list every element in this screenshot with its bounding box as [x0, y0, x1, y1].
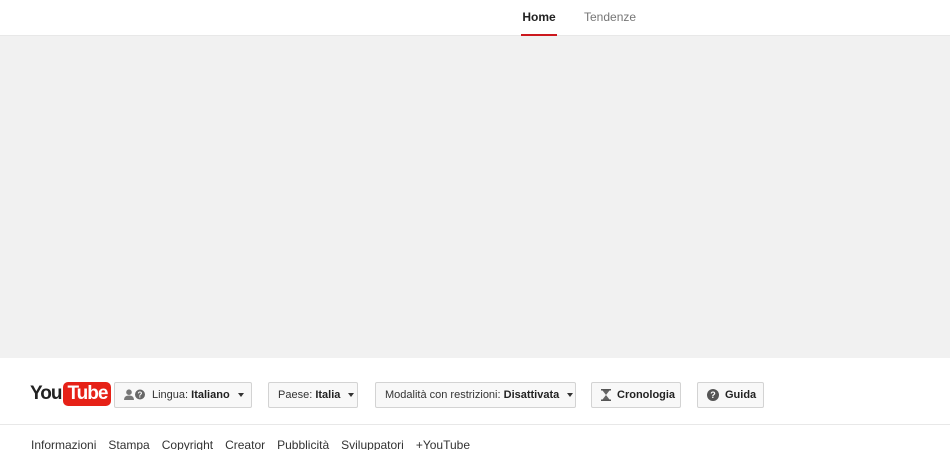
- country-value: Italia: [315, 389, 341, 401]
- footer-link-about[interactable]: Informazioni: [31, 438, 96, 450]
- chevron-down-icon: [567, 393, 574, 397]
- history-button[interactable]: Cronologia: [591, 382, 681, 408]
- help-label: Guida: [725, 389, 757, 401]
- footer-link-plus-youtube[interactable]: +YouTube: [416, 438, 470, 450]
- language-people-icon: ?: [124, 389, 146, 401]
- footer-link-advertise[interactable]: Pubblicità: [277, 438, 329, 450]
- footer-link-creators[interactable]: Creator: [225, 438, 265, 450]
- footer: You Tube ? Lingua: Italiano Paese: Itali…: [0, 358, 950, 450]
- hourglass-icon: [601, 389, 611, 401]
- top-tab-bar: Home Tendenze: [0, 0, 950, 37]
- logo-you-text: You: [30, 383, 62, 404]
- tab-home[interactable]: Home: [521, 0, 557, 37]
- main-content-area: [0, 36, 950, 358]
- restricted-mode-value: Disattivata: [503, 389, 560, 401]
- footer-link-copyright[interactable]: Copyright: [162, 438, 213, 450]
- language-label: Lingua:: [152, 389, 189, 401]
- tab-trending[interactable]: Tendenze: [584, 0, 636, 36]
- footer-link-developers[interactable]: Sviluppatori: [341, 438, 404, 450]
- chevron-down-icon: [348, 393, 355, 397]
- country-label: Paese:: [278, 389, 313, 401]
- history-label: Cronologia: [617, 389, 676, 401]
- language-value: Italiano: [191, 389, 230, 401]
- restricted-mode-button[interactable]: Modalità con restrizioni: Disattivata: [375, 382, 576, 408]
- footer-link-press[interactable]: Stampa: [108, 438, 149, 450]
- svg-text:?: ?: [710, 390, 716, 400]
- chevron-down-icon: [237, 393, 244, 397]
- logo-tube-text: Tube: [63, 382, 112, 406]
- language-button[interactable]: ? Lingua: Italiano: [114, 382, 252, 408]
- svg-text:?: ?: [138, 391, 143, 400]
- country-button[interactable]: Paese: Italia: [268, 382, 358, 408]
- footer-controls-row: You Tube ? Lingua: Italiano Paese: Itali…: [0, 358, 950, 425]
- help-button[interactable]: ? Guida: [697, 382, 764, 408]
- help-circle-icon: ?: [707, 389, 719, 401]
- footer-links: Informazioni Stampa Copyright Creator Pu…: [31, 438, 482, 450]
- restricted-mode-label: Modalità con restrizioni:: [385, 389, 501, 401]
- youtube-logo[interactable]: You Tube: [30, 382, 112, 406]
